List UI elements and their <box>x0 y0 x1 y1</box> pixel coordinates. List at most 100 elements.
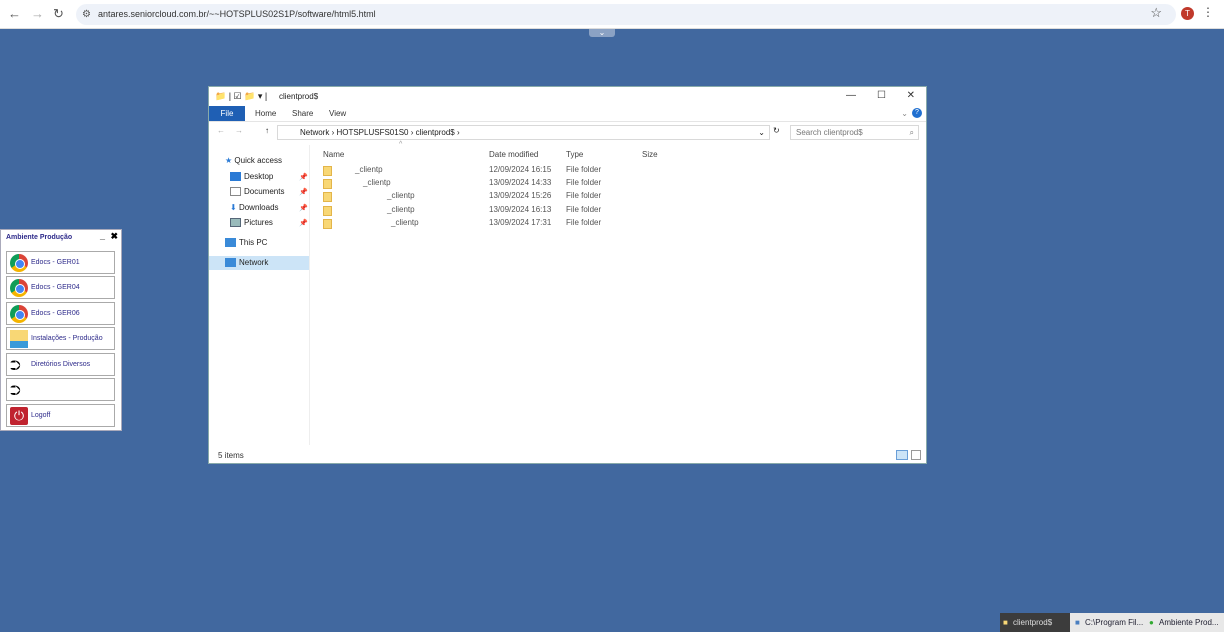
tab-view[interactable]: View <box>329 109 346 118</box>
large-icons-view-button[interactable] <box>911 450 921 460</box>
navigation-pane: ★ Quick access Desktop 📌 Documents 📌 ⬇ D… <box>209 145 310 445</box>
forward-icon[interactable]: → <box>31 6 44 21</box>
close-icon[interactable]: ✖ <box>110 231 118 242</box>
column-name[interactable]: Name <box>323 150 344 159</box>
network-icon <box>225 258 236 268</box>
instalacoes-button[interactable]: Instalações - Produção <box>6 327 115 350</box>
folder-icon <box>323 179 332 189</box>
address-row: ← → ↑ Network › HOTSPLUSFS01S0 › clientp… <box>209 122 926 144</box>
browser-toolbar: ← → ↻ ⚙ antares.seniorcloud.com.br/~~HOTS… <box>0 0 1224 29</box>
folder-icon <box>323 192 332 202</box>
taskbar: ■ clientprod$ ■ C:\Program Fil... ● Ambient… <box>1000 613 1224 632</box>
table-row[interactable]: _clientp 13/09/2024 16:13 File folder <box>311 205 711 218</box>
taskbar-item-ambiente[interactable]: ● Ambiente Prod... <box>1146 613 1219 632</box>
bookmark-star-icon[interactable]: ☆ <box>1150 5 1162 21</box>
title-bar: 📁 | ☑ 📁 ▾ | clientprod$ — ☐ ✕ <box>209 87 926 106</box>
path-dropdown-icon[interactable]: ⌄ <box>758 126 765 139</box>
avatar[interactable]: T <box>1181 7 1194 20</box>
file-explorer-window: 📁 | ☑ 📁 ▾ | clientprod$ — ☐ ✕ File Home … <box>208 86 927 464</box>
column-size[interactable]: Size <box>642 150 658 159</box>
panel-title: Ambiente Produção <box>6 234 73 241</box>
tab-share[interactable]: Share <box>292 109 313 118</box>
pin-icon[interactable]: 📌 <box>299 188 308 196</box>
help-icon[interactable]: ? <box>912 108 922 118</box>
expand-ribbon-icon[interactable]: ⌄ <box>901 109 908 118</box>
search-input[interactable]: Search clientprod$ ⌕ <box>790 125 919 140</box>
table-row[interactable]: _clientp 12/09/2024 16:15 File folder <box>311 165 711 178</box>
details-view-button[interactable] <box>896 450 908 460</box>
crumb-share[interactable]: clientprod$ <box>416 128 455 137</box>
nav-downloads[interactable]: ⬇ Downloads <box>230 201 279 215</box>
edocs-ger04-button[interactable]: Edocs - GER04 <box>6 276 115 299</box>
download-icon: ⬇ <box>230 203 237 212</box>
sort-indicator-icon: ^ <box>399 141 403 148</box>
pin-icon[interactable]: 📌 <box>299 173 308 181</box>
edocs-ger06-button[interactable]: Edocs - GER06 <box>6 302 115 325</box>
power-icon: ⏻ <box>10 407 28 425</box>
status-bar: 5 items <box>218 451 244 460</box>
refresh-icon[interactable]: ↻ <box>773 126 780 135</box>
table-row[interactable]: _clientp 13/09/2024 15:26 File folder <box>311 191 711 204</box>
back-icon[interactable]: ← <box>8 6 21 21</box>
folder-icon <box>323 206 332 216</box>
folder-icon <box>323 166 332 176</box>
menu-icon[interactable]: ⋮ <box>1202 5 1214 19</box>
url-text: antares.seniorcloud.com.br/~~HOTSPLUS02S… <box>98 9 376 19</box>
edocs-ger01-button[interactable]: Edocs - GER01 <box>6 251 115 274</box>
ribbon-tabs: File Home Share View ⌄ ? <box>209 106 926 122</box>
column-date[interactable]: Date modified <box>489 150 538 159</box>
pin-icon[interactable]: 📌 <box>299 204 308 212</box>
column-type[interactable]: Type <box>566 150 583 159</box>
tab-file[interactable]: File <box>209 106 245 121</box>
chrome-icon <box>10 305 28 323</box>
quick-access-toolbar[interactable]: 📁 | ☑ 📁 ▾ | <box>215 91 267 102</box>
nav-this-pc[interactable]: This PC <box>225 236 267 250</box>
pictures-icon <box>230 218 241 228</box>
close-button[interactable]: ✕ <box>907 90 915 101</box>
maximize-button[interactable]: ☐ <box>877 90 886 101</box>
table-row[interactable]: _clientp 13/09/2024 14:33 File folder <box>311 178 711 191</box>
site-settings-icon[interactable]: ⚙ <box>82 4 91 25</box>
crumb-server[interactable]: HOTSPLUSFS01S0 <box>336 128 408 137</box>
reload-icon[interactable]: ↻ <box>53 6 64 22</box>
crumb-network[interactable]: Network <box>300 128 329 137</box>
forward-icon[interactable]: → <box>235 126 243 135</box>
logoff-button[interactable]: ⏻ Logoff <box>6 404 115 427</box>
tab-home[interactable]: Home <box>255 109 276 118</box>
pin-icon[interactable]: 📌 <box>299 219 308 227</box>
folder-arrow-icon: ⮊ <box>10 357 21 373</box>
taskbar-item-program[interactable]: ■ C:\Program Fil... <box>1072 613 1143 632</box>
computer-icon <box>225 238 236 248</box>
star-icon: ★ <box>225 156 233 165</box>
nav-pictures[interactable]: Pictures <box>230 216 273 230</box>
ambiente-panel: Ambiente Produção _ ✖ Edocs - GER01 Edoc… <box>0 229 122 431</box>
minimize-button[interactable]: — <box>846 90 856 101</box>
path-bar[interactable]: Network › HOTSPLUSFS01S0 › clientprod$ ›… <box>277 125 770 140</box>
back-icon[interactable]: ← <box>217 126 225 135</box>
diretorios-button[interactable]: ⮊ Diretórios Diversos <box>6 353 115 376</box>
nav-desktop[interactable]: Desktop <box>230 170 273 184</box>
nav-documents[interactable]: Documents <box>230 185 284 199</box>
nav-quick-access[interactable]: ★ Quick access <box>225 154 282 168</box>
session-toolbar-toggle[interactable]: ⌄ <box>589 29 615 37</box>
search-placeholder: Search clientprod$ <box>796 128 863 137</box>
folder-icon <box>323 219 332 229</box>
nav-network[interactable]: Network <box>209 256 309 270</box>
desktop-icon <box>230 172 241 182</box>
table-row[interactable]: _clientp 13/09/2024 17:31 File folder <box>311 218 711 231</box>
window-title: clientprod$ <box>279 92 319 101</box>
folder-icon: ■ <box>1003 618 1008 627</box>
documents-icon <box>230 187 241 197</box>
window-icon: ■ <box>1075 618 1080 627</box>
minimize-icon[interactable]: _ <box>100 231 105 241</box>
folder-shortcut-button[interactable]: ⮊ <box>6 378 115 401</box>
up-icon[interactable]: ↑ <box>265 126 269 135</box>
taskbar-item-explorer[interactable]: ■ clientprod$ <box>1000 613 1070 632</box>
app-icon: ● <box>1149 618 1154 627</box>
chrome-icon <box>10 254 28 272</box>
file-list: ^ Name Date modified Type Size _clientp 1… <box>311 141 926 445</box>
address-bar[interactable]: ⚙ antares.seniorcloud.com.br/~~HOTSPLUS02… <box>76 4 1176 25</box>
folder-icon <box>10 330 28 348</box>
chrome-icon <box>10 279 28 297</box>
search-icon: ⌕ <box>909 128 914 137</box>
